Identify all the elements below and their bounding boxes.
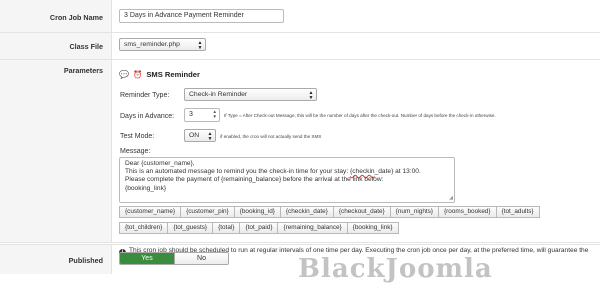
published-label-cell: Published bbox=[0, 245, 112, 274]
cron-job-name-input[interactable]: 3 Days in Advance Payment Reminder bbox=[119, 9, 284, 23]
reminder-type-value: Check-in Reminder bbox=[189, 91, 248, 98]
placeholder-tag-button[interactable]: {tot_guests} bbox=[167, 222, 214, 234]
stepper-icon[interactable]: ▲ ▼ bbox=[213, 109, 217, 119]
placeholder-tag-button[interactable]: {remaining_balance} bbox=[277, 222, 348, 234]
placeholder-tag-button[interactable]: {num_nights} bbox=[389, 206, 440, 218]
reminder-type-select[interactable]: Check-in Reminder ▲ ▼ bbox=[184, 88, 317, 101]
placeholder-tag-button[interactable]: {customer_name} bbox=[119, 206, 182, 218]
test-mode-label: Test Mode: bbox=[120, 133, 155, 140]
test-mode-select[interactable]: ON ▲ ▼ bbox=[184, 129, 216, 142]
message-line-2: This is an automated message to remind y… bbox=[125, 168, 421, 176]
placeholder-tag-button[interactable]: {checkout_date} bbox=[332, 206, 391, 218]
class-file-label: Class File bbox=[69, 42, 103, 51]
comment-icon: 💬 bbox=[119, 70, 129, 79]
days-in-advance-value: 3 bbox=[189, 111, 193, 118]
placeholder-tag-button[interactable]: {tot_children} bbox=[119, 222, 169, 234]
published-label: Published bbox=[68, 256, 103, 265]
test-mode-value: ON bbox=[189, 132, 200, 139]
class-file-select[interactable]: sms_reminder.php ▲ ▼ bbox=[119, 38, 206, 51]
placeholder-tag-button[interactable]: {checkin_date} bbox=[279, 206, 334, 218]
message-line-3: Please complete the payment of {remainin… bbox=[125, 176, 384, 184]
placeholder-tag-button[interactable]: {total} bbox=[212, 222, 241, 234]
message-label: Message: bbox=[120, 148, 151, 155]
days-in-advance-hint: If Type = After Check-out Message, this … bbox=[224, 113, 496, 118]
resize-handle-icon[interactable]: ◢ bbox=[449, 194, 453, 202]
section-title: SMS Reminder bbox=[146, 70, 200, 79]
parameters-label: Parameters bbox=[63, 66, 103, 75]
chevron-updown-icon: ▲ ▼ bbox=[197, 40, 203, 51]
sms-reminder-title: 💬 ⏰ SMS Reminder bbox=[119, 70, 200, 79]
message-line-1: Dear {customer_name}, bbox=[125, 160, 195, 167]
placeholder-tag-button[interactable]: {customer_pin} bbox=[180, 206, 235, 218]
chevron-updown-icon: ▲ ▼ bbox=[207, 131, 213, 142]
class-file-label-cell: Class File bbox=[0, 33, 112, 59]
message-line-4: {booking_link} bbox=[125, 184, 167, 192]
published-toggle[interactable]: Yes No bbox=[119, 252, 229, 265]
clock-icon: ⏰ bbox=[132, 70, 143, 79]
days-in-advance-input[interactable]: 3 ▲ ▼ bbox=[184, 108, 220, 122]
class-file-value: sms_reminder.php bbox=[124, 41, 180, 48]
placeholder-tag-button[interactable]: {tot_paid} bbox=[239, 222, 279, 234]
reminder-type-label: Reminder Type: bbox=[120, 92, 170, 99]
cron-job-name-label-cell: Cron Job Name bbox=[0, 0, 112, 32]
placeholder-tags-row-1: {customer_name} {customer_pin} {booking_id… bbox=[119, 206, 540, 218]
cron-job-name-row: Cron Job Name 3 Days in Advance Payment … bbox=[0, 0, 600, 33]
placeholder-tag-button[interactable]: {booking_link} bbox=[346, 222, 399, 234]
placeholder-tag-button[interactable]: {tot_adults} bbox=[495, 206, 540, 218]
test-mode-hint: if enabled, the cron will not actually s… bbox=[220, 134, 322, 139]
chevron-updown-icon: ▲ ▼ bbox=[308, 90, 314, 101]
placeholder-tags-row-2: {tot_children} {tot_guests} {total} {tot_pa… bbox=[119, 222, 399, 234]
days-in-advance-label: Days in Advance: bbox=[120, 113, 175, 120]
message-textarea[interactable]: Dear {customer_name}, This is an automat… bbox=[119, 157, 455, 203]
placeholder-tag-button[interactable]: {booking_id} bbox=[233, 206, 281, 218]
blackjoomla-watermark: BlackJoomla bbox=[298, 254, 493, 284]
published-no-button[interactable]: No bbox=[173, 253, 228, 264]
parameters-label-cell: Parameters bbox=[0, 60, 112, 242]
class-file-row: Class File sms_reminder.php ▲ ▼ bbox=[0, 33, 600, 60]
cron-job-name-label: Cron Job Name bbox=[49, 13, 103, 22]
placeholder-tag-button[interactable]: {rooms_booked} bbox=[438, 206, 497, 218]
published-yes-button[interactable]: Yes bbox=[120, 253, 174, 264]
